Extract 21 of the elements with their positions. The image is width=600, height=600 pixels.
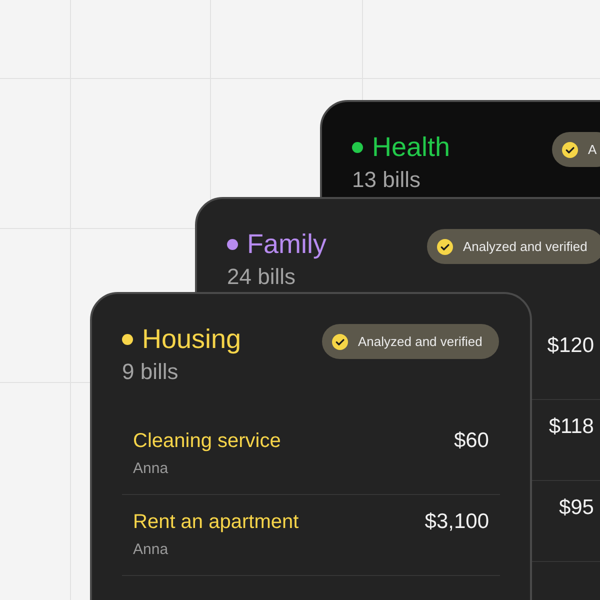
check-icon [437, 238, 453, 254]
category-title: Family [247, 228, 326, 261]
bill-count: 9 bills [122, 358, 180, 386]
status-badge: A [552, 132, 600, 167]
status-badge: Analyzed and verified [427, 229, 600, 264]
bill-count: 24 bills [227, 263, 296, 291]
bill-name: Cleaning service [133, 429, 281, 454]
status-badge: Analyzed and verified [322, 324, 500, 359]
bill-name: Rent an apartment [133, 510, 299, 535]
bill-person: Anna [133, 460, 170, 477]
category-title: Health [372, 131, 450, 164]
bill-amount: $120 [547, 333, 594, 359]
bill-person: Anna [133, 541, 170, 558]
check-icon [562, 142, 578, 158]
category-title: Housing [142, 323, 242, 356]
bill-count: 13 bills [352, 166, 422, 194]
check-icon [332, 334, 348, 350]
bill-amount: $60 [454, 428, 489, 454]
bill-amount: $118 [548, 414, 594, 440]
bill-amount: $3,100 [424, 509, 489, 535]
bill-amount: $95 [558, 495, 594, 521]
